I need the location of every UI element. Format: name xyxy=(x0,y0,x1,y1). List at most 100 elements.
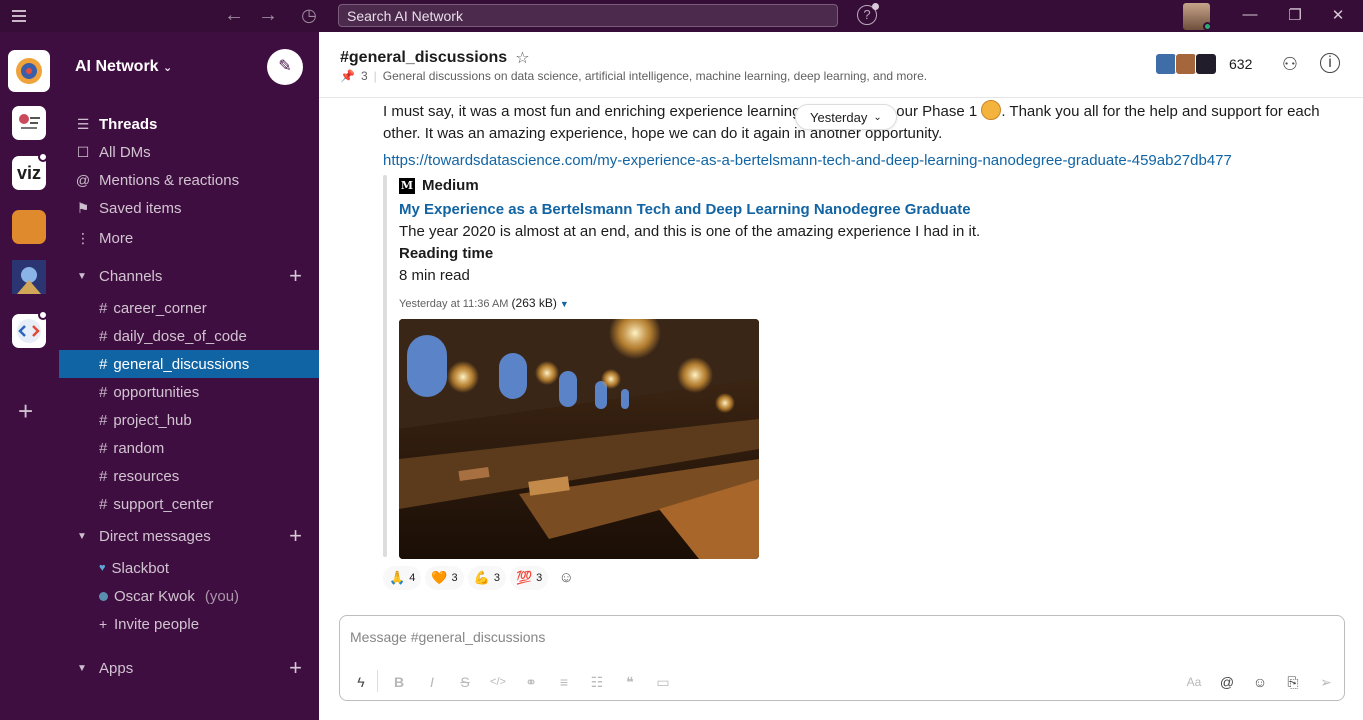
link-icon[interactable]: ⚭ xyxy=(520,671,542,693)
code-icon[interactable]: </> xyxy=(487,671,509,693)
channel-opportunities[interactable]: # opportunities xyxy=(59,378,319,406)
channel-career-corner[interactable]: # career_corner xyxy=(59,294,319,322)
info-icon[interactable]: i xyxy=(1320,53,1340,73)
channel-resources[interactable]: # resources xyxy=(59,462,319,490)
reaction-100[interactable]: 💯 3 xyxy=(509,566,549,590)
caret-down-icon: ▼ xyxy=(77,530,87,542)
channel-subtitle: 📌 3 | General discussions on data science… xyxy=(340,69,927,83)
add-channel-icon[interactable]: + xyxy=(289,265,302,287)
dm-section[interactable]: ▼ Direct messages + xyxy=(77,524,302,548)
pin-count[interactable]: 3 xyxy=(361,69,368,83)
presence-icon xyxy=(99,591,108,601)
quote-icon[interactable]: ❝ xyxy=(619,671,641,693)
data-science-logo-icon xyxy=(19,114,40,129)
presence-dot xyxy=(1203,22,1212,31)
attachment-title[interactable]: My Experience as a Bertelsmann Tech and … xyxy=(399,201,971,218)
hamburger-menu-icon[interactable] xyxy=(12,7,32,25)
invite-people[interactable]: + Invite people xyxy=(99,612,199,636)
emoji-icon[interactable]: ☺ xyxy=(1249,671,1271,693)
attach-icon[interactable]: ⎘ xyxy=(1282,671,1304,693)
add-app-icon[interactable]: + xyxy=(289,657,302,679)
add-reaction-icon[interactable]: ☺ xyxy=(552,566,580,590)
minimize-icon[interactable]: — xyxy=(1240,6,1260,23)
restore-icon[interactable]: ❐ xyxy=(1285,6,1305,24)
star-icon[interactable]: ☆ xyxy=(515,48,529,68)
channels-section[interactable]: ▼ Channels + xyxy=(77,264,302,288)
threads-icon: ☰ xyxy=(76,115,90,132)
hash-icon: # xyxy=(99,495,108,513)
mention-icon[interactable]: @ xyxy=(1216,671,1238,693)
formatting-icon[interactable]: Aa xyxy=(1183,671,1205,693)
channel-support-center[interactable]: # support_center xyxy=(59,490,319,518)
reaction-muscle[interactable]: 💪 3 xyxy=(467,566,506,590)
forward-arrow-icon[interactable]: → xyxy=(257,5,279,25)
compose-button[interactable]: ✎ xyxy=(267,49,303,85)
grinning-emoji-icon xyxy=(981,100,1002,120)
dm-oscar-kwok[interactable]: Oscar Kwok (you) xyxy=(99,584,239,608)
nav-more[interactable]: ⋮ More xyxy=(75,226,133,250)
nav-all-dms[interactable]: ☐ All DMs xyxy=(75,140,151,164)
hash-icon: # xyxy=(99,383,108,401)
date-divider-button[interactable]: Yesterday ⌄ xyxy=(795,104,897,130)
pin-icon[interactable]: 📌 xyxy=(340,69,355,83)
reaction-heart[interactable]: 🧡 3 xyxy=(425,566,464,590)
channel-daily-dose-of-code[interactable]: # daily_dose_of_code xyxy=(59,322,319,350)
channel-general-discussions[interactable]: # general_discussions xyxy=(59,350,319,378)
italic-icon[interactable]: I xyxy=(421,671,443,693)
send-icon[interactable]: ➢ xyxy=(1315,671,1337,693)
medium-logo-icon: M xyxy=(399,177,415,194)
message-input[interactable] xyxy=(350,626,1250,648)
message-pane: I must say, it was a most fun and enrich… xyxy=(319,98,1363,608)
channel-title[interactable]: #general_discussions ☆ xyxy=(340,48,530,68)
channel-topic[interactable]: General discussions on data science, art… xyxy=(383,69,927,83)
message-link[interactable]: https://towardsdatascience.com/my-experi… xyxy=(383,152,1232,169)
channel-random[interactable]: # random xyxy=(59,434,319,462)
workspace-orange[interactable] xyxy=(12,210,46,244)
attachment-description: The year 2020 is almost at an end, and t… xyxy=(399,223,981,240)
nav-mentions[interactable]: @ Mentions & reactions xyxy=(75,168,239,192)
nav-threads[interactable]: ☰ Threads xyxy=(75,112,158,136)
channel-project-hub[interactable]: # project_hub xyxy=(59,406,319,434)
bold-icon[interactable]: B xyxy=(388,671,410,693)
caret-down-icon[interactable]: ▼ xyxy=(560,299,569,309)
hash-icon: # xyxy=(99,299,108,317)
back-arrow-icon[interactable]: ← xyxy=(223,5,245,25)
dms-icon: ☐ xyxy=(76,143,90,160)
history-icon[interactable]: ◷ xyxy=(298,5,320,25)
shortcuts-icon[interactable]: ϟ xyxy=(350,671,372,693)
workspace-data-science[interactable] xyxy=(12,106,46,140)
strikethrough-icon[interactable]: S xyxy=(454,671,476,693)
code-logo-icon xyxy=(17,319,41,343)
attachment-field-value: 8 min read xyxy=(399,267,470,284)
member-list-button[interactable]: 632 xyxy=(1155,53,1252,75)
search-input[interactable]: Search AI Network xyxy=(338,4,838,27)
art-logo-icon xyxy=(12,260,46,294)
hash-icon: # xyxy=(99,467,108,485)
more-vertical-icon: ⋮ xyxy=(76,229,90,246)
add-workspace-icon[interactable]: + xyxy=(18,398,33,424)
add-member-icon[interactable]: ⚇ xyxy=(1279,53,1301,75)
apps-section[interactable]: ▼ Apps + xyxy=(77,656,302,680)
attachment-image[interactable] xyxy=(399,319,759,559)
ai-network-logo-icon xyxy=(16,58,42,84)
member-avatar xyxy=(1175,53,1197,75)
message-composer: ϟ B I S </> ⚭ ≡ ☷ ❝ ▭ Aa @ ☺ ⎘ ➢ xyxy=(339,615,1345,701)
attachment-meta: Yesterday at 11:36 AM (263 kB) ▼ xyxy=(399,296,569,310)
chevron-down-icon: ⌄ xyxy=(873,111,882,123)
workspace-art[interactable] xyxy=(12,260,46,294)
workspace-name[interactable]: AI Network ⌄ xyxy=(75,58,172,76)
heart-icon: ♥ xyxy=(99,562,106,574)
dm-slackbot[interactable]: ♥ Slackbot xyxy=(99,556,169,580)
bulleted-list-icon[interactable]: ☷ xyxy=(586,671,608,693)
at-icon: @ xyxy=(75,172,91,188)
nav-saved[interactable]: ⚑ Saved items xyxy=(75,196,182,220)
close-icon[interactable]: ✕ xyxy=(1328,6,1348,24)
workspace-ai-network[interactable] xyxy=(8,50,50,92)
code-block-icon[interactable]: ▭ xyxy=(652,671,674,693)
reaction-pray[interactable]: 🙏 4 xyxy=(383,566,422,590)
hash-icon: # xyxy=(99,327,108,345)
ordered-list-icon[interactable]: ≡ xyxy=(553,671,575,693)
bookmark-icon: ⚑ xyxy=(76,199,90,216)
unread-dot xyxy=(38,310,48,320)
add-dm-icon[interactable]: + xyxy=(289,525,302,547)
